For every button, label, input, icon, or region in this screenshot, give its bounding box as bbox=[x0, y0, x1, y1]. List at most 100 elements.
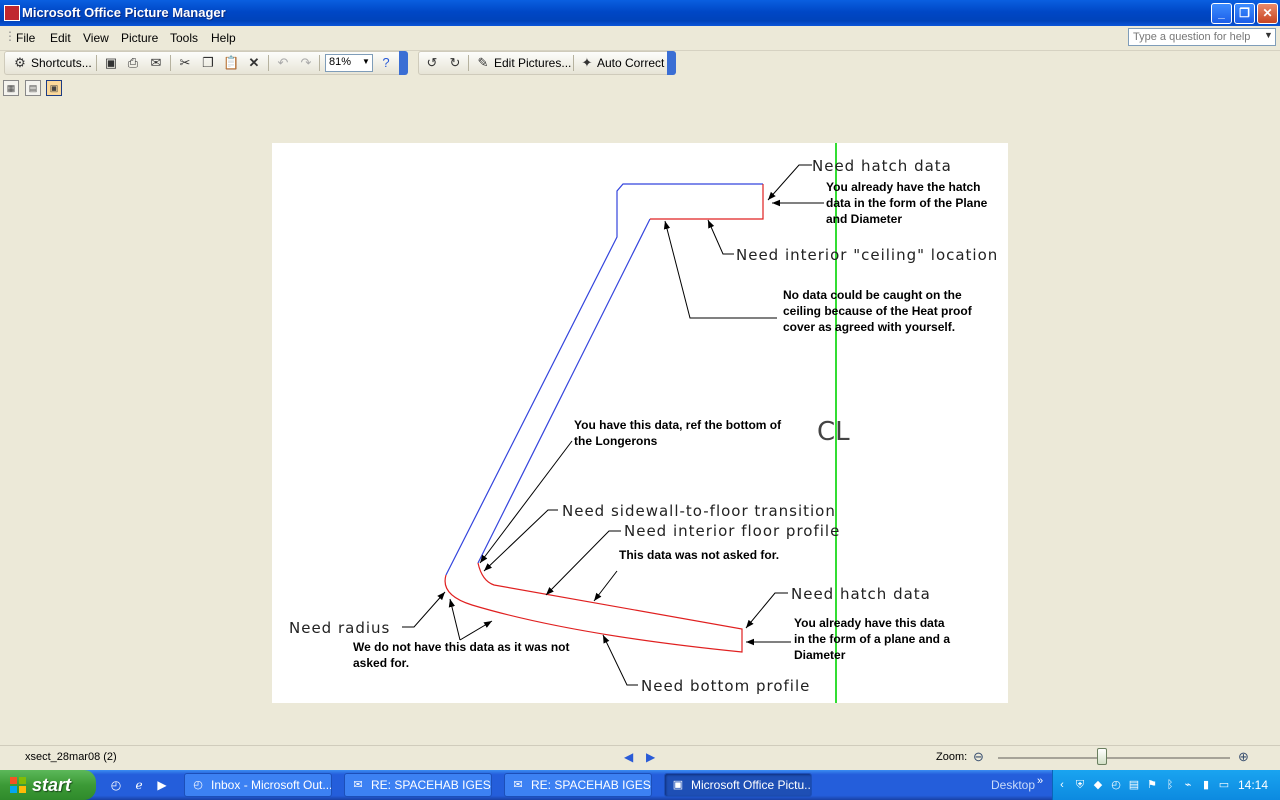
windows-flag-icon bbox=[10, 777, 26, 793]
label-need-floor: Need interior floor profile bbox=[624, 522, 841, 540]
previous-picture-icon[interactable]: ◀ bbox=[624, 750, 633, 764]
undo-icon[interactable]: ↶ bbox=[275, 55, 291, 71]
toolbar-options-button[interactable] bbox=[667, 51, 676, 75]
leader-not-asked bbox=[593, 570, 618, 602]
auto-correct-icon[interactable]: ✦ bbox=[579, 55, 595, 71]
rotate-left-icon[interactable]: ↺ bbox=[424, 55, 440, 71]
desktop-toolbar-label[interactable]: Desktop bbox=[991, 778, 1035, 792]
label-need-radius: Need radius bbox=[289, 619, 391, 637]
shortcuts-icon[interactable]: ⚙ bbox=[12, 55, 28, 71]
leader-no-data-ceiling bbox=[663, 220, 777, 319]
auto-correct-button[interactable]: Auto Correct bbox=[597, 56, 664, 70]
clock: 14:14 bbox=[1238, 778, 1269, 792]
next-picture-icon[interactable]: ▶ bbox=[646, 750, 655, 764]
help-search-input[interactable]: Type a question for help bbox=[1128, 28, 1276, 46]
leader-radius-note-a bbox=[448, 598, 461, 641]
rotate-right-icon[interactable]: ↻ bbox=[447, 55, 463, 71]
zoom-slider-thumb[interactable] bbox=[1097, 748, 1107, 765]
menu-tools[interactable]: Tools bbox=[170, 31, 198, 45]
print-icon[interactable]: ⎙ bbox=[125, 55, 141, 71]
label-need-hatch-top: Need hatch data bbox=[812, 157, 952, 175]
send-icon[interactable]: ✉ bbox=[148, 55, 164, 71]
tray-device-icon[interactable]: ⚑ bbox=[1145, 778, 1159, 792]
task-inbox[interactable]: ◴ Inbox - Microsoft Out... bbox=[184, 773, 332, 797]
menu-edit[interactable]: Edit bbox=[50, 31, 71, 45]
leader-hatch-top bbox=[767, 164, 812, 201]
quicklaunch-outlook-icon[interactable]: ◴ bbox=[108, 777, 124, 793]
leader-radius-note-b bbox=[459, 620, 493, 641]
restore-button[interactable]: ❐ bbox=[1234, 3, 1255, 24]
leader-hatch-bottom bbox=[745, 592, 788, 629]
chevron-icon[interactable]: » bbox=[1037, 775, 1043, 787]
single-picture-view-icon[interactable]: ▣ bbox=[46, 80, 62, 96]
edit-pictures-button[interactable]: Edit Pictures... bbox=[494, 56, 571, 70]
edit-pictures-icon[interactable]: ✎ bbox=[475, 55, 491, 71]
redo-icon[interactable]: ↷ bbox=[298, 55, 314, 71]
menu-view[interactable]: View bbox=[83, 31, 109, 45]
task-re-spacehab-2[interactable]: ✉ RE: SPACEHAB IGES ... bbox=[504, 773, 652, 797]
zoom-slider-track[interactable] bbox=[998, 757, 1230, 759]
annotation-radius-not-asked: We do not have this data as it was not a… bbox=[353, 640, 570, 670]
tray-network-icon[interactable]: ▤ bbox=[1127, 778, 1141, 792]
label-need-hatch-bottom: Need hatch data bbox=[791, 585, 931, 603]
thumbnail-view-icon[interactable]: ▦ bbox=[3, 80, 19, 96]
quicklaunch-ie-icon[interactable]: ℯ bbox=[131, 777, 147, 793]
menu-picture[interactable]: Picture bbox=[121, 31, 158, 45]
task-label: RE: SPACEHAB IGES ... bbox=[531, 778, 652, 792]
status-file-name: xsect_28mar08 (2) bbox=[25, 751, 117, 763]
mail-icon: ✉ bbox=[513, 779, 523, 791]
close-button[interactable]: ✕ bbox=[1257, 3, 1278, 24]
zoom-out-icon[interactable]: ⊖ bbox=[973, 749, 984, 765]
label-need-ceiling: Need interior "ceiling" location bbox=[736, 246, 999, 264]
task-picture-manager[interactable]: ▣ Microsoft Office Pictu... bbox=[664, 773, 812, 797]
task-label: Microsoft Office Pictu... bbox=[691, 778, 812, 792]
shortcuts-button[interactable]: Shortcuts... bbox=[31, 56, 92, 70]
app-icon bbox=[4, 5, 20, 21]
task-label: Inbox - Microsoft Out... bbox=[211, 778, 332, 792]
tray-monitor-icon[interactable]: ▭ bbox=[1217, 778, 1231, 792]
leader-sidewall bbox=[483, 509, 558, 572]
ceiling-line bbox=[650, 184, 764, 220]
tray-bluetooth-icon[interactable]: ᛒ bbox=[1163, 778, 1177, 792]
menu-file[interactable]: File bbox=[16, 31, 35, 45]
toolbar-separator bbox=[96, 55, 97, 71]
leader-longerons bbox=[479, 440, 573, 564]
toolbar-separator bbox=[319, 55, 320, 71]
zoom-dropdown-icon[interactable]: ▼ bbox=[362, 57, 370, 66]
leader-floor bbox=[545, 530, 621, 596]
minimize-button[interactable]: _ bbox=[1211, 3, 1232, 24]
zoom-in-icon[interactable]: ⊕ bbox=[1238, 749, 1249, 765]
toolbar-options-button[interactable] bbox=[399, 51, 408, 75]
tray-expand-icon[interactable]: ‹ bbox=[1055, 778, 1069, 792]
label-need-bottom: Need bottom profile bbox=[641, 677, 811, 695]
save-icon[interactable]: ▣ bbox=[103, 55, 119, 71]
zoom-label: Zoom: bbox=[936, 751, 968, 763]
toolbar-separator bbox=[170, 55, 171, 71]
paste-icon[interactable]: 📋 bbox=[223, 55, 239, 71]
filmstrip-view-icon[interactable]: ▤ bbox=[25, 80, 41, 96]
tray-wireless-icon[interactable]: ⌁ bbox=[1181, 778, 1195, 792]
annotation-hatch-bottom: You already have this data in the form o… bbox=[794, 616, 951, 662]
quicklaunch-media-icon[interactable]: ▶ bbox=[154, 777, 170, 793]
mail-icon: ✉ bbox=[353, 779, 363, 791]
delete-icon[interactable]: ✕ bbox=[246, 55, 262, 71]
tray-battery-icon[interactable]: ▮ bbox=[1199, 778, 1213, 792]
toolbar-separator bbox=[573, 55, 574, 71]
copy-icon[interactable]: ❐ bbox=[200, 55, 216, 71]
leader-radius bbox=[402, 591, 446, 628]
task-re-spacehab-1[interactable]: ✉ RE: SPACEHAB IGES ... bbox=[344, 773, 492, 797]
label-need-sidewall: Need sidewall-to-floor transition bbox=[562, 502, 836, 520]
help-icon[interactable]: ? bbox=[378, 55, 394, 71]
annotation-hatch-top: You already have the hatch data in the f… bbox=[826, 180, 988, 226]
task-label: RE: SPACEHAB IGES ... bbox=[371, 778, 492, 792]
leader-bottom bbox=[602, 634, 638, 686]
picture-manager-icon: ▣ bbox=[672, 779, 684, 791]
cut-icon[interactable]: ✂ bbox=[177, 55, 193, 71]
tray-ati-icon[interactable]: ◆ bbox=[1091, 778, 1105, 792]
tray-outlook-icon[interactable]: ◴ bbox=[1109, 778, 1123, 792]
picture-canvas[interactable]: Need hatch data You already have the hat… bbox=[272, 143, 1008, 703]
menu-help[interactable]: Help bbox=[211, 31, 236, 45]
tray-security-icon[interactable]: ⛨ bbox=[1073, 778, 1087, 792]
leader-ceiling bbox=[707, 219, 734, 255]
help-dropdown-icon[interactable]: ▼ bbox=[1264, 30, 1273, 40]
